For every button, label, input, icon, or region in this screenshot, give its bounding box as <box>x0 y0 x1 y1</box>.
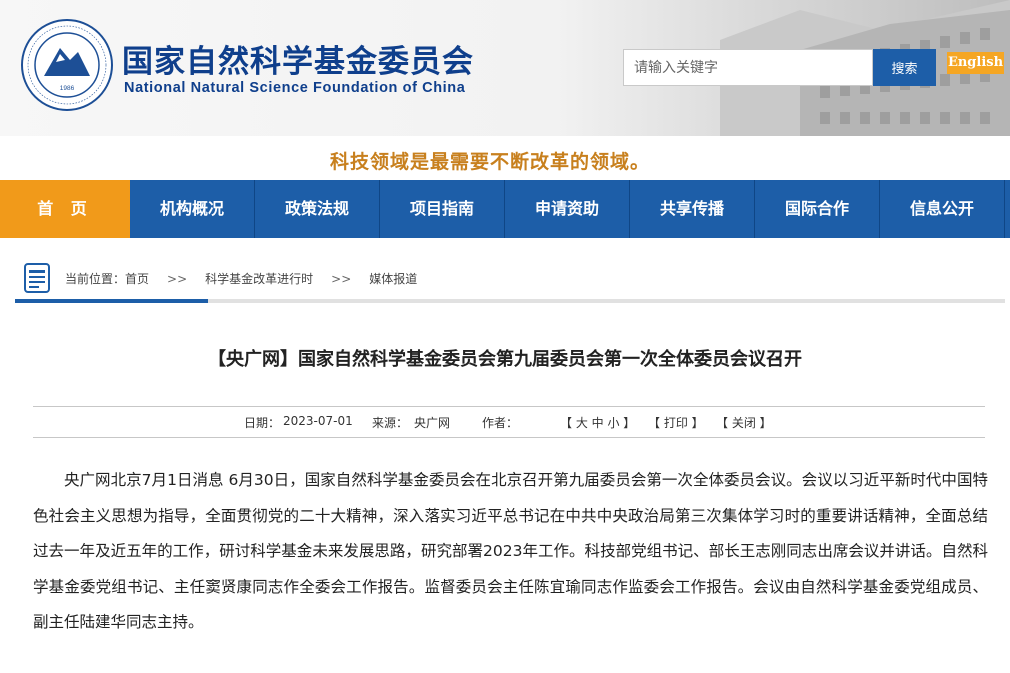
nav-item-international[interactable]: 国际合作 <box>755 180 880 238</box>
breadcrumb-link-home[interactable]: 首页 <box>125 272 149 286</box>
nav-item-guide[interactable]: 项目指南 <box>380 180 505 238</box>
font-size-control[interactable]: 【 大 中 小 】 <box>560 414 635 431</box>
nav-item-disclosure[interactable]: 信息公开 <box>880 180 1005 238</box>
author-label: 作者： <box>482 416 519 430</box>
slogan-text: 科技领域是最需要不断改革的领域。 <box>329 151 650 173</box>
breadcrumb: 当前位置：首页 >> 科学基金改革进行时 >> 媒体报道 <box>15 258 1005 303</box>
site-title-en: National Natural Science Foundation of C… <box>124 80 466 96</box>
breadcrumb-link-reform[interactable]: 科学基金改革进行时 <box>205 272 313 286</box>
search-button[interactable]: 搜索 <box>873 49 936 86</box>
breadcrumb-separator: >> <box>167 272 188 286</box>
nav-item-sharing[interactable]: 共享传播 <box>630 180 755 238</box>
article-body: 央广网北京7月1日消息 6月30日，国家自然科学基金委员会在北京召开第九届委员会… <box>33 471 988 632</box>
nav-item-home[interactable]: 首 页 <box>0 180 130 238</box>
nav-item-policy[interactable]: 政策法规 <box>255 180 380 238</box>
nav-item-funding[interactable]: 申请资助 <box>505 180 630 238</box>
breadcrumb-text: 当前位置：首页 >> 科学基金改革进行时 >> 媒体报道 <box>65 270 417 287</box>
date-label: 日期： <box>244 416 281 430</box>
breadcrumb-prefix: 当前位置： <box>65 272 126 286</box>
search-input[interactable] <box>623 49 873 86</box>
breadcrumb-separator: >> <box>331 272 352 286</box>
nav-item-about[interactable]: 机构概况 <box>130 180 255 238</box>
main-nav: 首 页 机构概况 政策法规 项目指南 申请资助 共享传播 国际合作 信息公开 <box>0 180 1010 238</box>
print-button[interactable]: 【 打印 】 <box>648 414 704 431</box>
breadcrumb-link-media[interactable]: 媒体报道 <box>369 272 417 286</box>
svg-text:1986: 1986 <box>60 85 75 92</box>
english-link[interactable]: English <box>947 52 1004 74</box>
document-icon <box>24 263 50 293</box>
site-header: 1986 国家自然科学基金委员会 National Natural Scienc… <box>0 0 1010 136</box>
site-title-cn: 国家自然科学基金委员会 <box>122 44 474 80</box>
meta-divider-top <box>33 406 985 407</box>
close-button[interactable]: 【 关闭 】 <box>716 414 772 431</box>
nsfc-logo[interactable]: 1986 <box>20 18 114 112</box>
article-title: 【央广网】国家自然科学基金委员会第九届委员会第一次全体委员会议召开 <box>208 349 802 370</box>
article-source: 央广网 <box>414 416 451 430</box>
article-date: 2023-07-01 <box>283 414 353 428</box>
slogan-banner: 科技领域是最需要不断改革的领域。 <box>0 136 1010 180</box>
breadcrumb-divider-accent <box>15 299 208 303</box>
meta-divider-bottom <box>33 437 985 438</box>
source-label: 来源： <box>372 416 409 430</box>
